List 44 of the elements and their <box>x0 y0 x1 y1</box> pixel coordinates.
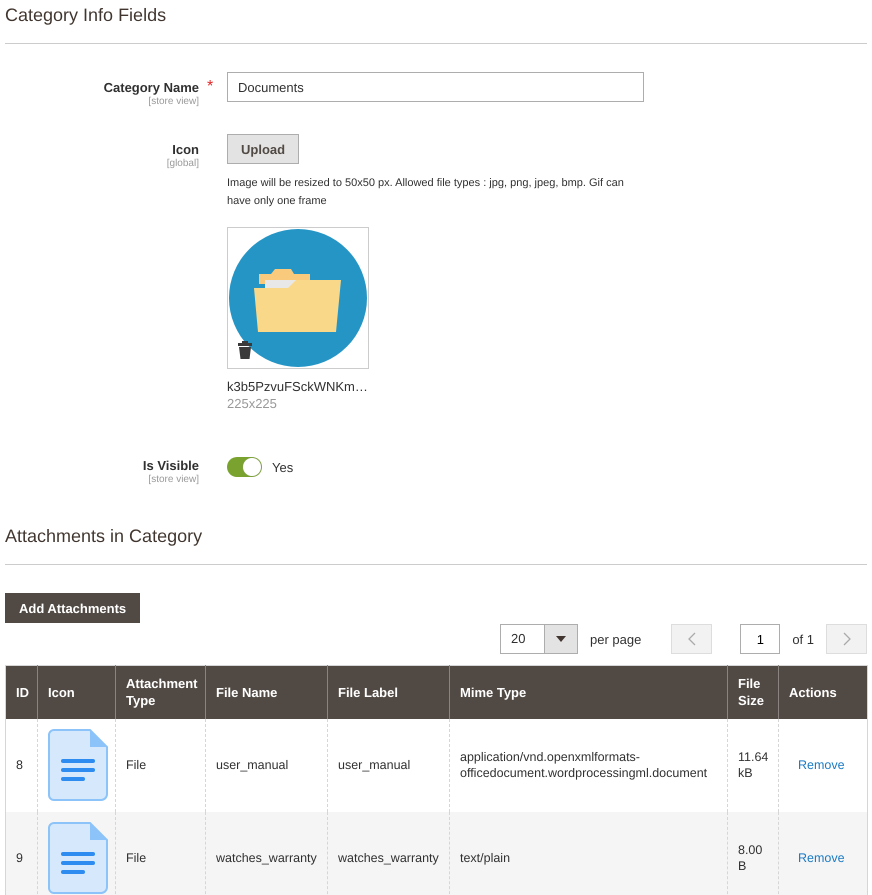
text-field[interactable]: Documents <box>227 72 644 102</box>
section-title: Attachments in Category <box>5 525 202 548</box>
per-page-label: per page <box>590 632 642 646</box>
remove-link[interactable]: Remove <box>798 850 845 865</box>
scope-label: [store view] <box>148 474 199 485</box>
toggle-switch[interactable] <box>227 457 262 477</box>
column-header: ID <box>6 666 38 718</box>
remove-link[interactable]: Remove <box>798 758 845 772</box>
column-header: Attachment Type <box>116 666 206 718</box>
required-mark: * <box>207 78 214 95</box>
table-cell: watches_warranty <box>206 812 328 895</box>
column-header: File Name <box>206 666 328 718</box>
field-label: Category Name <box>104 80 199 95</box>
per-page-select[interactable]: 20 <box>500 624 578 654</box>
table-cell: 8.00 B <box>728 812 778 895</box>
file-name: k3b5PzvuFSckWNKm… <box>227 379 368 394</box>
column-header: File Size <box>728 666 778 718</box>
hint-text: Image will be resized to 50x50 px. Allowed file types : jpg, png, jpeg, bmp. Gif can have only one frame <box>227 176 625 209</box>
caret-icon <box>556 636 566 642</box>
chevron-left-icon <box>688 632 696 646</box>
trash-icon[interactable] <box>238 341 252 359</box>
document-icon <box>48 822 108 894</box>
scope-label: [global] <box>166 158 199 169</box>
page-field[interactable]: 1 <box>740 624 780 654</box>
image-dimensions: 225x225 <box>227 396 277 411</box>
column-header: Icon <box>38 666 116 718</box>
page-count: of 1 <box>792 632 814 646</box>
column-header: Actions <box>778 666 868 718</box>
chevron-right-icon <box>842 632 850 646</box>
table-cell: 8 <box>6 718 38 812</box>
section-title: Category Info Fields <box>5 4 166 27</box>
table-cell: watches_warranty <box>328 812 450 895</box>
table-cell: 9 <box>6 812 38 895</box>
column-header: Mime Type <box>450 666 728 718</box>
document-icon <box>48 729 108 801</box>
field-label: Is Visible <box>142 458 199 473</box>
column-header: File Label <box>328 666 450 718</box>
field-label: Icon <box>172 142 199 157</box>
table-cell: File <box>116 812 206 895</box>
toggle-label: Yes <box>272 460 294 474</box>
add-attachments-button[interactable]: Add Attachments <box>5 593 140 623</box>
table-cell: text/plain <box>450 812 728 895</box>
upload-button[interactable]: Upload <box>227 134 300 164</box>
scope-label: [store view] <box>148 96 199 107</box>
